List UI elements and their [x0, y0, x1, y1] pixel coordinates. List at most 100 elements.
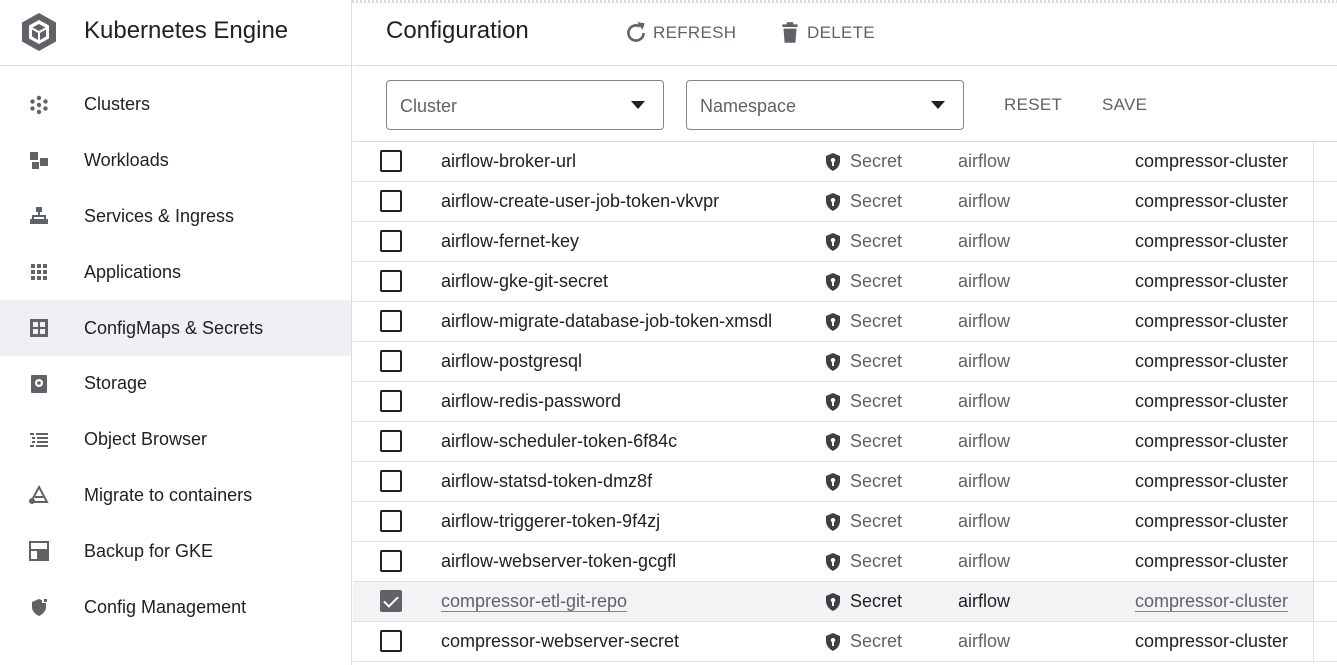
row-checkbox[interactable]: [380, 430, 402, 452]
page-header: Configuration REFRESH DELETE: [353, 0, 1337, 66]
sidebar-item-applications[interactable]: Applications: [0, 244, 351, 300]
clusters-icon: [30, 95, 48, 115]
app-title: Kubernetes Engine: [84, 17, 289, 44]
row-edge: [1313, 382, 1337, 421]
row-name: airflow-fernet-key: [441, 231, 580, 251]
delete-button[interactable]: DELETE: [777, 19, 875, 47]
sidebar-item-config-management[interactable]: Config Management: [0, 579, 351, 635]
row-edge: [1313, 542, 1337, 581]
row-name: airflow-broker-url: [441, 151, 577, 171]
table-row[interactable]: airflow-triggerer-token-9f4zj Secret airfl…: [353, 502, 1337, 542]
caret-down-icon: [631, 101, 645, 109]
sidebar-item-storage[interactable]: Storage: [0, 356, 351, 412]
row-checkbox[interactable]: [380, 590, 402, 612]
row-checkbox[interactable]: [380, 390, 402, 412]
row-type-label: Secret: [850, 471, 903, 491]
sidebar-item-label: Object Browser: [84, 429, 208, 450]
row-edge: [1313, 582, 1337, 621]
shield-secret-icon: [826, 312, 840, 331]
storage-icon: [31, 374, 47, 393]
row-edge: [1313, 462, 1337, 501]
row-namespace: airflow: [958, 391, 1011, 411]
reset-button[interactable]: RESET: [1004, 95, 1062, 115]
row-type-label: Secret: [850, 271, 903, 291]
row-cluster: compressor-cluster: [1135, 511, 1289, 531]
table-row[interactable]: airflow-migrate-database-job-token-xmsdl…: [353, 302, 1337, 342]
row-cluster: compressor-cluster: [1135, 231, 1289, 251]
row-name: airflow-webserver-token-gcgfl: [441, 551, 677, 571]
table-row[interactable]: airflow-webserver-token-gcgfl Secret airfl…: [353, 542, 1337, 582]
row-checkbox[interactable]: [380, 630, 402, 652]
row-checkbox[interactable]: [380, 270, 402, 292]
migrate-icon: [29, 485, 49, 505]
row-type: Secret: [823, 551, 902, 572]
table-row[interactable]: airflow-statsd-token-dmz8f Secret airflow c…: [353, 462, 1337, 502]
row-type-label: Secret: [850, 151, 903, 171]
row-namespace: airflow: [958, 351, 1011, 371]
refresh-button[interactable]: REFRESH: [623, 19, 736, 47]
row-type: Secret: [823, 431, 902, 452]
row-namespace: airflow: [958, 631, 1011, 651]
sidebar-item-object-browser[interactable]: Object Browser: [0, 412, 351, 468]
configmaps-icon: [30, 319, 48, 338]
table-row[interactable]: airflow-create-user-job-token-vkvpr Secre…: [353, 182, 1337, 222]
row-cluster[interactable]: compressor-cluster: [1135, 591, 1288, 612]
sidebar-item-label: ConfigMaps & Secrets: [84, 317, 264, 338]
table-row[interactable]: airflow-gke-git-secret Secret airflow compr…: [353, 262, 1337, 302]
sidebar-item-label: Applications: [84, 261, 182, 282]
shield-secret-icon: [826, 632, 840, 651]
row-cluster: compressor-cluster: [1135, 471, 1289, 491]
trash-icon: [782, 22, 798, 43]
sidebar-item-backup[interactable]: Backup for GKE: [0, 523, 351, 579]
delete-label: DELETE: [807, 23, 875, 42]
table-row[interactable]: airflow-broker-url Secret airflow compresso…: [353, 142, 1337, 182]
table-row[interactable]: airflow-redis-password Secret airflow compr…: [353, 382, 1337, 422]
sidebar-item-workloads[interactable]: Workloads: [0, 133, 351, 189]
table-row[interactable]: airflow-postgresql Secret airflow compresso…: [353, 342, 1337, 382]
row-checkbox[interactable]: [380, 150, 402, 172]
sidebar-item-configmaps-secrets[interactable]: ConfigMaps & Secrets: [0, 300, 351, 356]
row-checkbox[interactable]: [380, 350, 402, 372]
row-type: Secret: [823, 231, 902, 252]
filter-bar: Cluster Namespace RESET SAVE: [353, 66, 1337, 142]
row-name: compressor-webserver-secret: [441, 631, 680, 651]
cluster-select[interactable]: Cluster: [386, 80, 664, 130]
row-type: Secret: [823, 351, 902, 372]
sidebar-item-services[interactable]: Services & Ingress: [0, 189, 351, 245]
row-checkbox[interactable]: [380, 510, 402, 532]
row-edge: [1313, 342, 1337, 381]
row-checkbox[interactable]: [380, 190, 402, 212]
row-checkbox[interactable]: [380, 470, 402, 492]
row-name[interactable]: compressor-etl-git-repo: [441, 591, 627, 612]
table-row[interactable]: airflow-fernet-key Secret airflow compresso…: [353, 222, 1337, 262]
row-namespace: airflow: [958, 591, 1011, 611]
sidebar-item-label: Config Management: [84, 596, 247, 617]
row-type-label: Secret: [850, 551, 903, 571]
object-browser-icon: [30, 432, 48, 447]
row-checkbox[interactable]: [380, 310, 402, 332]
save-button[interactable]: SAVE: [1102, 95, 1147, 115]
shield-secret-icon: [826, 232, 840, 251]
row-type: Secret: [823, 191, 902, 212]
row-type: Secret: [823, 511, 902, 532]
row-checkbox[interactable]: [380, 230, 402, 252]
cluster-select-placeholder: Cluster: [400, 96, 458, 116]
shield-secret-icon: [826, 272, 840, 291]
row-checkbox[interactable]: [380, 550, 402, 572]
table-row[interactable]: airflow-scheduler-token-6f84c Secret airfl…: [353, 422, 1337, 462]
row-type-label: Secret: [850, 511, 903, 531]
config-management-icon: [32, 598, 48, 617]
row-cluster: compressor-cluster: [1135, 191, 1289, 211]
sidebar-item-clusters[interactable]: Clusters: [0, 77, 351, 133]
row-name: airflow-gke-git-secret: [441, 271, 609, 291]
row-type: Secret: [823, 151, 902, 172]
sidebar-item-migrate[interactable]: Migrate to containers: [0, 468, 351, 524]
table-row[interactable]: compressor-webserver-secret Secret airflow…: [353, 622, 1337, 662]
table-row[interactable]: compressor-etl-git-repo Secret airflow comp…: [353, 582, 1337, 622]
row-type: Secret: [823, 391, 902, 412]
namespace-select[interactable]: Namespace: [686, 80, 964, 130]
sidebar-nav: Clusters Workloads Services & Ingress Ap…: [0, 77, 351, 635]
row-cluster: compressor-cluster: [1135, 631, 1289, 651]
row-cluster: compressor-cluster: [1135, 351, 1289, 371]
row-type-label: Secret: [850, 391, 903, 411]
